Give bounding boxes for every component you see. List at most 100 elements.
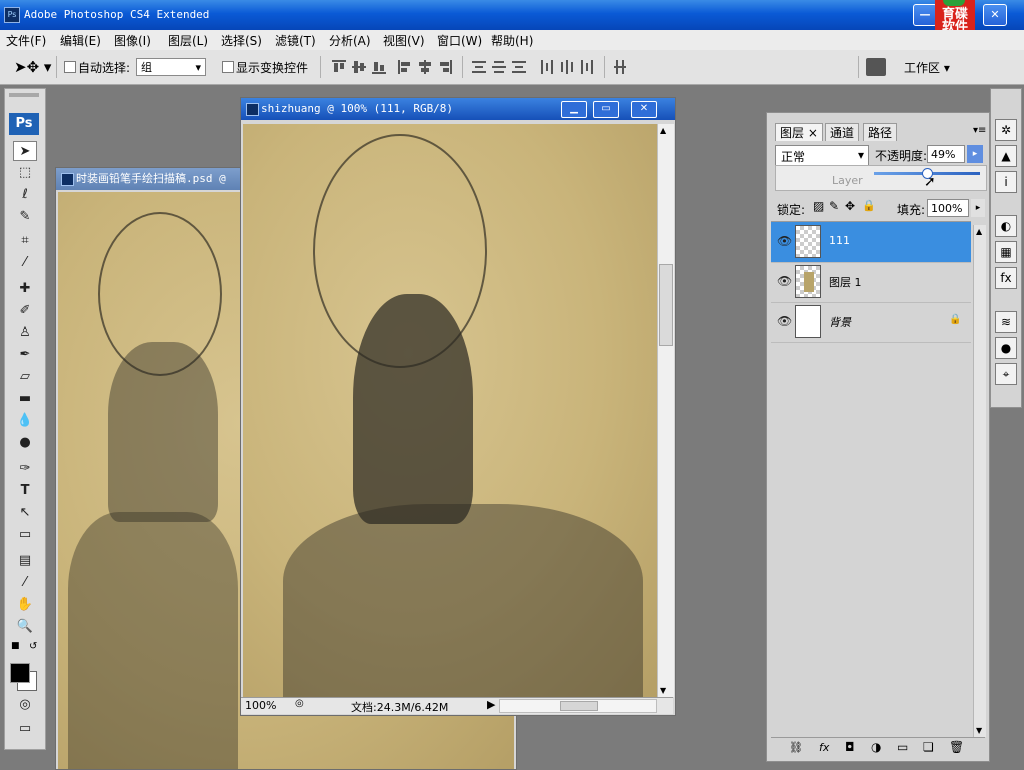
- paths-icon[interactable]: ⌖: [995, 363, 1017, 385]
- move-tool-preset-icon[interactable]: ➤✥ ▾: [14, 58, 51, 76]
- visibility-eye-icon[interactable]: 👁: [777, 274, 792, 288]
- adjustment-layer-icon[interactable]: ◑: [871, 740, 881, 754]
- navigator-icon[interactable]: ✲: [995, 119, 1017, 141]
- menu-layer[interactable]: 图层(L): [168, 32, 208, 49]
- info-icon[interactable]: i: [995, 171, 1017, 193]
- auto-align-layers-icon[interactable]: [614, 60, 628, 74]
- align-horizontal-center-icon[interactable]: [418, 60, 432, 74]
- tab-channels[interactable]: 通道: [825, 123, 860, 141]
- distribute-top-icon[interactable]: [472, 60, 486, 74]
- clone-stamp-tool-icon[interactable]: ♙: [13, 323, 37, 343]
- quick-selection-tool-icon[interactable]: ✎: [13, 207, 37, 227]
- align-right-icon[interactable]: [438, 60, 452, 74]
- scroll-up-arrow-icon[interactable]: ▲: [660, 126, 666, 135]
- menu-analysis[interactable]: 分析(A): [329, 32, 371, 49]
- menu-image[interactable]: 图像(I): [114, 32, 151, 49]
- default-colors-icon[interactable]: ■: [11, 641, 20, 651]
- type-tool-icon[interactable]: T: [13, 481, 37, 501]
- crop-tool-icon[interactable]: ⌗: [13, 231, 37, 251]
- distribute-bottom-icon[interactable]: [512, 60, 526, 74]
- distribute-left-icon[interactable]: [540, 60, 554, 74]
- document-canvas-front[interactable]: [243, 124, 657, 697]
- menu-select[interactable]: 选择(S): [221, 32, 262, 49]
- eyedropper-tool-icon[interactable]: ⁄: [13, 253, 37, 273]
- channels-icon[interactable]: ●: [995, 337, 1017, 359]
- new-group-icon[interactable]: ▭: [897, 740, 908, 754]
- auto-select-checkbox[interactable]: [64, 61, 76, 73]
- healing-brush-tool-icon[interactable]: ✚: [13, 279, 37, 299]
- gradient-tool-icon[interactable]: ▬: [13, 389, 37, 409]
- layer-row-layer-1[interactable]: 👁 图层 1: [771, 262, 971, 303]
- tab-paths[interactable]: 路径: [863, 123, 898, 141]
- menu-filter[interactable]: 滤镜(T): [275, 32, 316, 49]
- opacity-slider-toggle[interactable]: ▸: [967, 145, 983, 163]
- show-transform-checkbox[interactable]: [222, 61, 234, 73]
- horizontal-scrollbar-thumb[interactable]: [560, 701, 598, 711]
- path-selection-tool-icon[interactable]: ↖: [13, 503, 37, 523]
- delete-layer-icon[interactable]: 🗑: [949, 740, 964, 754]
- lock-all-icon[interactable]: 🔒: [862, 199, 876, 212]
- styles-icon[interactable]: fx: [995, 267, 1017, 289]
- horizontal-scrollbar[interactable]: [499, 699, 657, 713]
- close-button[interactable]: ✕: [983, 4, 1007, 26]
- visibility-eye-icon[interactable]: 👁: [777, 234, 792, 248]
- layers-scrollbar[interactable]: ▲ ▼: [973, 225, 986, 737]
- bridge-icon[interactable]: [866, 58, 886, 76]
- pen-tool-icon[interactable]: ✑: [13, 459, 37, 479]
- align-vertical-center-icon[interactable]: [352, 60, 366, 74]
- hand-tool-icon[interactable]: ✋: [13, 595, 37, 615]
- align-top-icon[interactable]: [332, 60, 346, 74]
- menu-help[interactable]: 帮助(H): [491, 32, 533, 49]
- eyedropper-sample-tool-icon[interactable]: ⁄: [13, 573, 37, 593]
- eraser-tool-icon[interactable]: ▱: [13, 367, 37, 387]
- lock-position-icon[interactable]: ✥: [845, 199, 855, 213]
- notes-tool-icon[interactable]: ▤: [13, 551, 37, 571]
- distribute-vertical-center-icon[interactable]: [492, 60, 506, 74]
- new-layer-icon[interactable]: ❏: [923, 740, 934, 754]
- dodge-tool-icon[interactable]: ●: [13, 433, 37, 453]
- scroll-down-arrow-icon[interactable]: ▼: [976, 726, 982, 735]
- vertical-scrollbar[interactable]: ▲ ▼: [657, 124, 674, 697]
- menu-window[interactable]: 窗口(W): [437, 32, 482, 49]
- document-info[interactable]: 文档:24.3M/6.42M: [351, 699, 448, 715]
- align-left-icon[interactable]: [398, 60, 412, 74]
- distribute-right-icon[interactable]: [580, 60, 594, 74]
- minimize-button[interactable]: —: [913, 4, 937, 26]
- brush-tool-icon[interactable]: ✐: [13, 301, 37, 321]
- menu-view[interactable]: 视图(V): [383, 32, 425, 49]
- foreground-color-swatch[interactable]: [10, 663, 30, 683]
- zoom-tool-icon[interactable]: 🔍: [13, 617, 37, 637]
- swatches-icon[interactable]: ▦: [995, 241, 1017, 263]
- status-options-icon[interactable]: ◎: [295, 698, 304, 709]
- blur-tool-icon[interactable]: 💧: [13, 411, 37, 431]
- layer-row-background[interactable]: 👁 背景 🔒: [771, 302, 971, 343]
- status-menu-arrow-icon[interactable]: ▶: [487, 698, 495, 711]
- move-tool-icon[interactable]: ➤: [13, 141, 37, 161]
- menu-file[interactable]: 文件(F): [6, 32, 46, 49]
- swap-colors-icon[interactable]: ↺: [29, 641, 37, 652]
- scrollbar-thumb[interactable]: [659, 264, 673, 346]
- scroll-down-arrow-icon[interactable]: ▼: [660, 686, 666, 695]
- distribute-horizontal-center-icon[interactable]: [560, 60, 574, 74]
- lock-transparency-icon[interactable]: ▨: [813, 199, 824, 213]
- link-layers-icon[interactable]: ⛓: [789, 741, 803, 754]
- visibility-eye-icon[interactable]: 👁: [777, 314, 792, 328]
- color-icon[interactable]: ◐: [995, 215, 1017, 237]
- add-mask-icon[interactable]: ◘: [845, 740, 855, 754]
- scroll-up-arrow-icon[interactable]: ▲: [976, 227, 982, 236]
- opacity-input[interactable]: 49%: [927, 145, 965, 163]
- rectangular-marquee-tool-icon[interactable]: ⬚: [13, 163, 37, 183]
- layer-row-111[interactable]: 👁 111: [771, 222, 971, 263]
- layers-panel-icon[interactable]: ≋: [995, 311, 1017, 333]
- doc-close-button[interactable]: ✕: [631, 101, 657, 118]
- align-bottom-icon[interactable]: [372, 60, 386, 74]
- history-brush-tool-icon[interactable]: ✒: [13, 345, 37, 365]
- close-tab-icon[interactable]: ×: [808, 126, 818, 140]
- rectangle-shape-tool-icon[interactable]: ▭: [13, 525, 37, 545]
- toolbox-grip[interactable]: [9, 93, 39, 97]
- screen-mode-icon[interactable]: ▭: [13, 719, 37, 739]
- workspace-menu[interactable]: 工作区 ▾: [904, 59, 950, 76]
- lasso-tool-icon[interactable]: ℓ: [13, 185, 37, 205]
- menu-edit[interactable]: 编辑(E): [60, 32, 101, 49]
- lock-pixels-icon[interactable]: ✎: [829, 199, 839, 213]
